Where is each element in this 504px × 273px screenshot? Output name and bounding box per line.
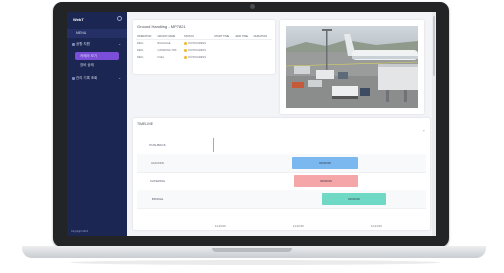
- timeline-tick: 11:42:00: [293, 224, 304, 228]
- sidebar-item-equipment[interactable]: 장비 상태: [75, 61, 119, 70]
- table-row[interactable]: REFL FUEL IN PROGRESS: [136, 54, 272, 61]
- timeline-title: TIMELINE: [137, 122, 154, 126]
- cell-group: FUEL: [157, 56, 165, 60]
- app-screen: WebT MENU 공항 지원 ⌄ 카메라 보기 장비 상태 관리 기록 조회 …: [67, 12, 436, 236]
- cell-operator: REFL: [137, 42, 144, 46]
- sidebar-menu-header-label: MENU: [76, 31, 87, 35]
- timeline-row: BRIDGE 00:00:00: [137, 190, 426, 209]
- cell-end: [235, 47, 253, 54]
- timeline-tick: 11:44:00: [371, 224, 382, 228]
- scrollbar-thumb[interactable]: [433, 16, 435, 76]
- section-icon: [72, 77, 75, 80]
- cell-status-text: IN PROGRESS: [187, 49, 206, 53]
- sidebar-footer: Copyright 2023: [71, 230, 88, 233]
- timeline-row: PUSHBACK: [137, 136, 426, 155]
- cell-group: CATERING TRK: [157, 49, 177, 53]
- ground-handling-card: Ground Handling - MP7821 OPERATOR GROUP …: [133, 20, 275, 74]
- timeline-row-label: CATERING: [149, 179, 166, 183]
- page-scrollbar[interactable]: [432, 12, 436, 236]
- sidebar-item-camera[interactable]: 카메라 보기: [75, 52, 119, 60]
- cell-group: BAGGAGE: [157, 42, 171, 46]
- timeline-row-label: PUSHBACK: [149, 143, 166, 147]
- table-row[interactable]: REFL CATERING TRK IN PROGRESS: [136, 47, 272, 54]
- timeline-row-label: BRIDGE: [151, 197, 164, 201]
- sidebar-section-records[interactable]: 관리 기록 조회 ⌄: [67, 74, 127, 83]
- section-icon: [72, 43, 75, 46]
- cell-status: IN PROGRESS: [183, 47, 213, 54]
- apron-camera-image: [286, 26, 418, 108]
- timeline-row: CATERING 00:00:00: [137, 172, 426, 191]
- brand-logo: WebT: [73, 17, 84, 22]
- timeline-card: TIMELINE ⌁ PUSHBACK CHOCKS 00:00:00 CATE…: [133, 118, 430, 230]
- sidebar-settings-icon[interactable]: [117, 16, 122, 21]
- cell-operator: REFL: [137, 56, 144, 60]
- sidebar-section-label: 관리 기록 조회: [76, 76, 98, 80]
- sidebar-section-label: 공항 지원: [76, 42, 90, 46]
- camera-feed-card[interactable]: [280, 20, 424, 114]
- sidebar: WebT MENU 공항 지원 ⌄ 카메라 보기 장비 상태 관리 기록 조회 …: [67, 12, 127, 236]
- cell-operator: REFL: [137, 49, 144, 53]
- cell-duration: [253, 47, 272, 54]
- timeline-settings-icon[interactable]: ⌁: [423, 128, 425, 133]
- cell-start: [213, 47, 234, 54]
- sidebar-item-label: 장비 상태: [80, 63, 94, 67]
- status-dot: [183, 49, 187, 53]
- timeline-bar[interactable]: 00:00:00: [292, 157, 358, 169]
- cell-end: [235, 54, 253, 61]
- cell-end: [235, 40, 253, 48]
- timeline-bar[interactable]: 00:00:00: [294, 175, 358, 187]
- cell-status: IN PROGRESS: [183, 40, 213, 48]
- chevron-down-icon: ⌄: [118, 76, 121, 80]
- sidebar-menu-header: MENU: [67, 29, 127, 38]
- cell-status-text: IN PROGRESS: [187, 56, 206, 60]
- cell-start: [213, 54, 234, 61]
- timeline-row-label: CHOCKS: [151, 161, 164, 165]
- ground-handling-table: OPERATOR GROUP NAME STATUS START TIME EN…: [136, 34, 272, 62]
- chevron-down-icon: ⌄: [118, 42, 121, 46]
- sidebar-item-label: 카메라 보기: [80, 54, 98, 58]
- timeline-row: CHOCKS 00:00:00: [137, 154, 426, 173]
- ground-handling-title: Ground Handling - MP7821: [137, 24, 186, 29]
- webcam: [250, 4, 255, 9]
- cell-start: [213, 40, 234, 48]
- timeline-area: PUSHBACK CHOCKS 00:00:00 CATERING 00:00:…: [137, 136, 426, 228]
- timeline-marker: [213, 138, 214, 152]
- timeline-bar[interactable]: 00:00:00: [322, 193, 386, 205]
- timeline-bar-text: 00:00:00: [320, 179, 332, 183]
- laptop-notch: [212, 248, 292, 252]
- status-dot: [183, 42, 187, 45]
- cell-duration: [253, 40, 272, 48]
- cell-duration: [253, 54, 272, 61]
- status-dot: [183, 56, 187, 60]
- laptop-shadow: [70, 260, 440, 265]
- table-row[interactable]: REFL BAGGAGE IN PROGRESS: [136, 40, 272, 48]
- cell-status-text: IN PROGRESS: [187, 42, 206, 46]
- timeline-bar-text: 00:00:00: [319, 161, 331, 165]
- timeline-tick: 11:40:00: [215, 224, 226, 228]
- sidebar-section-airport[interactable]: 공항 지원 ⌄: [67, 40, 127, 49]
- timeline-bar-text: 00:00:00: [348, 197, 360, 201]
- cell-status: IN PROGRESS: [183, 54, 213, 61]
